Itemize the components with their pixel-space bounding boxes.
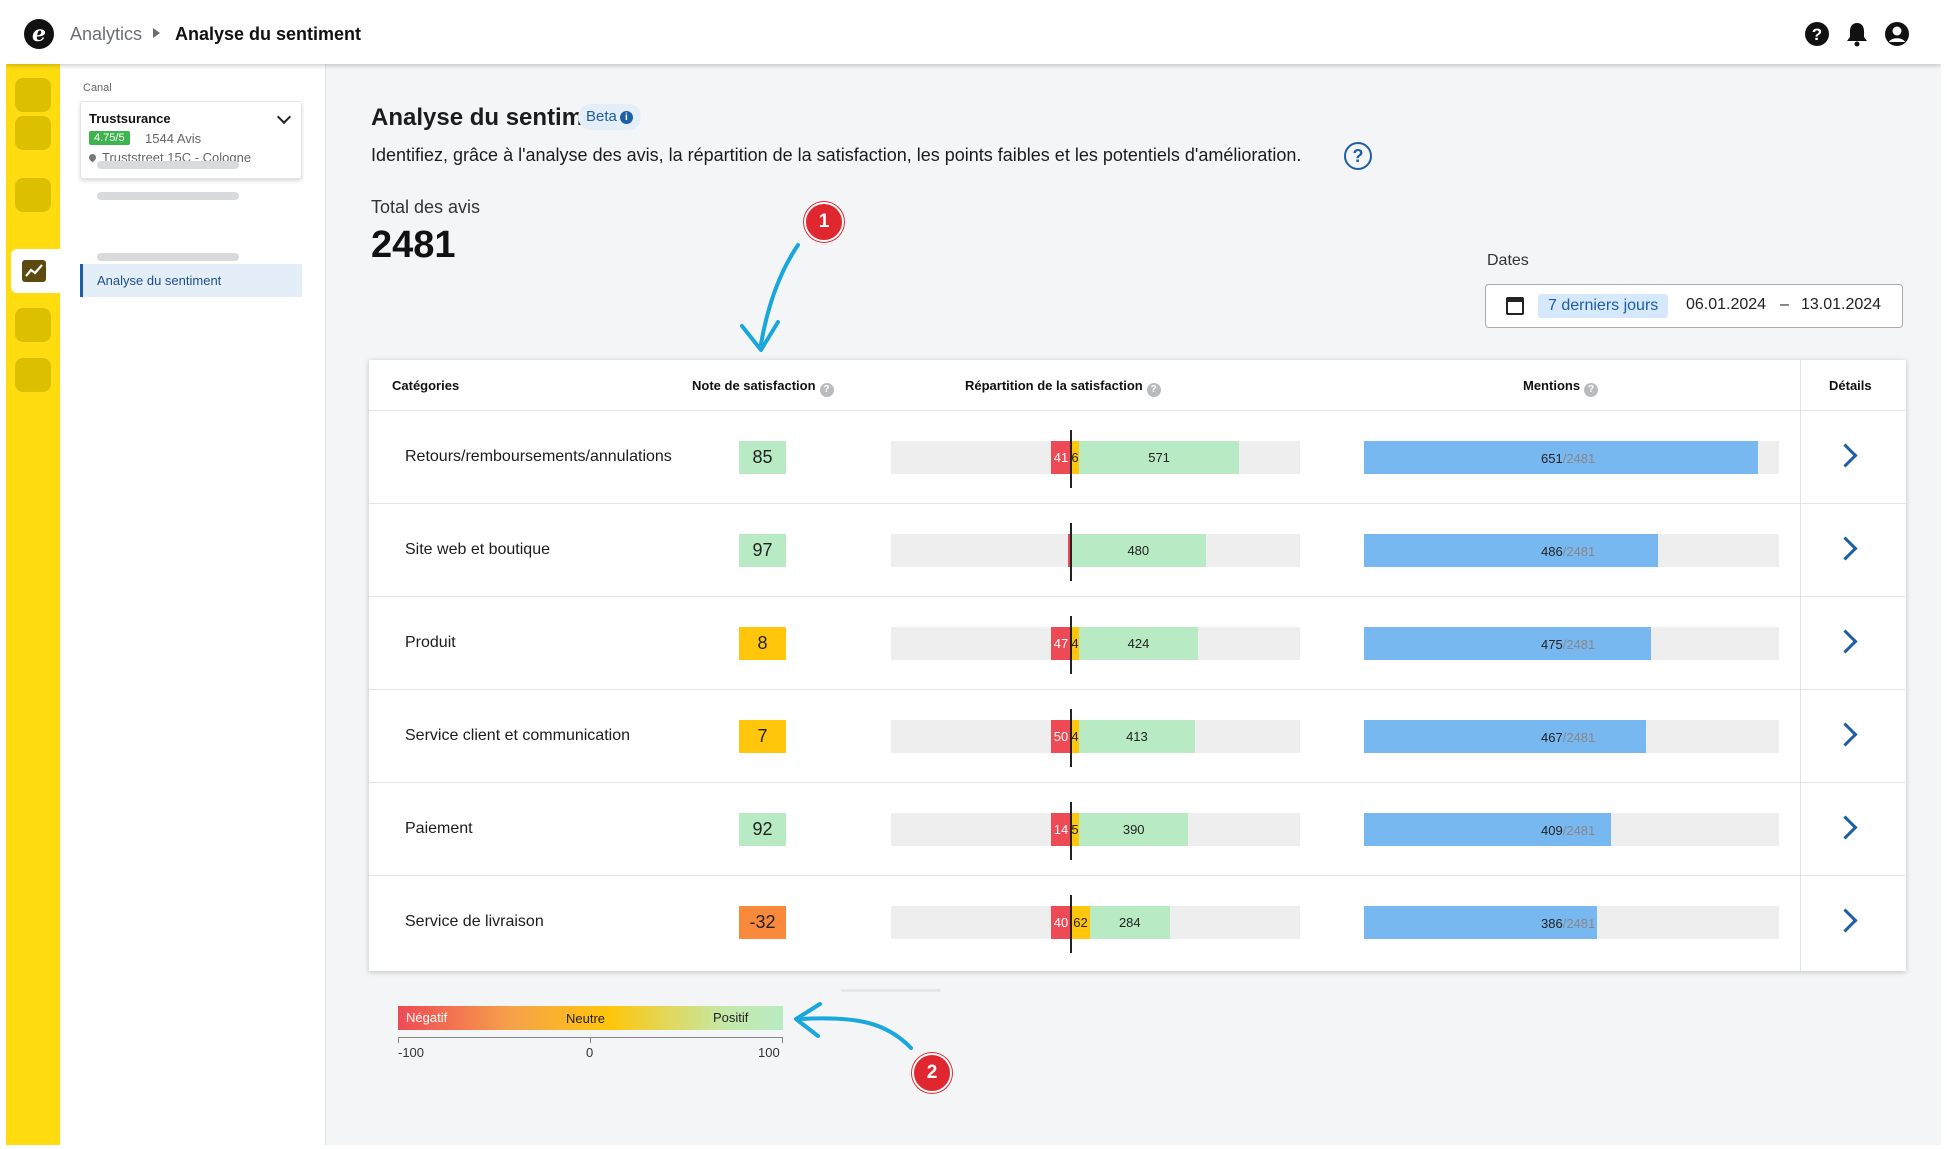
bell-icon[interactable] [1844, 21, 1870, 47]
rail-button[interactable] [15, 78, 51, 112]
annotation-arrows [740, 243, 913, 1050]
nav-item-placeholder[interactable] [97, 192, 239, 200]
app-window: e Analytics Analyse du sentiment ? Canal… [6, 4, 1941, 1145]
callout-arrow-1 [759, 243, 800, 346]
chevron-down-icon[interactable] [276, 109, 292, 125]
svg-text:?: ? [1812, 25, 1822, 44]
left-rail [6, 64, 60, 1145]
main-content: Analyse du sentiment Beta i Identifiez, g… [326, 64, 1941, 1145]
rating-badge: 4.75/5 [89, 131, 130, 145]
breadcrumb-current: Analyse du sentiment [175, 24, 362, 44]
review-count: 1544 Avis [145, 131, 202, 146]
rail-button[interactable] [15, 116, 51, 150]
callout-badge-2: 2 [912, 1053, 952, 1093]
sub-navigation: Canal Trustsurance 4.75/5 1544 Avis Trus… [60, 64, 326, 1145]
analytics-chart-icon [22, 260, 46, 282]
help-icon[interactable]: ? [1804, 21, 1830, 47]
nav-item-placeholder[interactable] [97, 161, 239, 169]
nav-item-placeholder[interactable] [97, 253, 239, 261]
rail-button[interactable] [15, 178, 51, 212]
nav-item-label: Analyse du sentiment [97, 273, 222, 288]
canal-label: Canal [83, 82, 112, 94]
breadcrumb-analytics[interactable]: Analytics [70, 24, 142, 45]
top-bar: e Analytics Analyse du sentiment ? [6, 4, 1941, 64]
rail-item-analytics[interactable] [11, 249, 60, 293]
arrowhead-1 [740, 320, 780, 352]
app-logo[interactable]: e [24, 19, 54, 49]
callout-badge-1: 1 [804, 202, 844, 242]
user-icon[interactable] [1884, 21, 1910, 47]
rail-button[interactable] [15, 308, 51, 342]
channel-name: Trustsurance [89, 111, 171, 126]
breadcrumb-separator-icon [153, 28, 160, 38]
nav-item-sentiment-analysis[interactable]: Analyse du sentiment [80, 264, 302, 297]
rail-button[interactable] [15, 358, 51, 392]
location-pin-icon [87, 152, 98, 163]
